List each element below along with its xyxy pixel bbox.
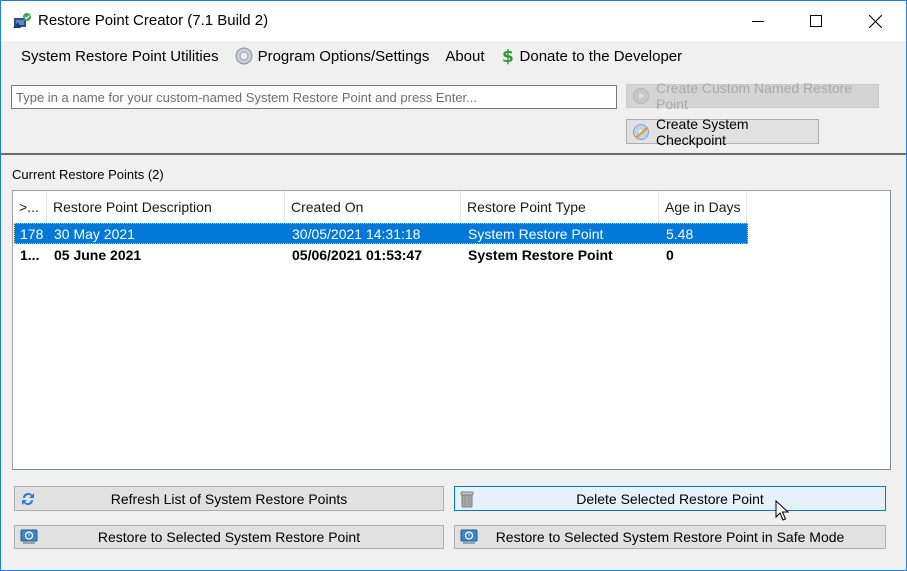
dollar-icon: $ [501, 47, 515, 65]
delete-selected-restore-point-button[interactable]: Delete Selected Restore Point [454, 486, 886, 511]
cell-type: System Restore Point [468, 225, 604, 242]
restore-points-list[interactable]: >... Restore Point Description Created O… [12, 190, 891, 470]
menu-label: Program Options/Settings [257, 47, 430, 65]
window-title: Restore Point Creator (7.1 Build 2) [38, 12, 269, 29]
button-label: Restore to Selected System Restore Point… [495, 529, 845, 545]
menu-system-restore-point-utilities[interactable]: System Restore Point Utilities [13, 43, 227, 69]
cell-age: 5.48 [666, 225, 694, 242]
create-system-checkpoint-button[interactable]: Create System Checkpoint [626, 116, 819, 148]
restore-to-selected-button[interactable]: Restore to Selected System Restore Point [14, 525, 444, 549]
column-header-type[interactable]: Restore Point Type [461, 191, 659, 223]
button-label: Create System Checkpoint [656, 115, 749, 148]
menu-donate[interactable]: $ Donate to the Developer [493, 43, 691, 69]
cell-description: 30 May 2021 [54, 225, 135, 242]
refresh-icon [20, 491, 36, 507]
maximize-button[interactable] [787, 1, 845, 41]
button-label: Delete Selected Restore Point [576, 490, 764, 507]
minimize-button[interactable] [729, 1, 787, 41]
create-custom-named-restore-point-button[interactable]: Create Custom Named Restore Point [626, 80, 879, 112]
cell-created-on: 30/05/2021 14:31:18 [292, 225, 421, 242]
current-restore-points-label: Current Restore Points (2) [12, 167, 164, 182]
list-header: >... Restore Point Description Created O… [13, 191, 747, 223]
gear-icon [235, 47, 253, 65]
table-row[interactable]: 1... 05 June 2021 05/06/2021 01:53:47 Sy… [14, 244, 748, 265]
close-button[interactable] [846, 1, 904, 41]
cell-id: 178 [20, 225, 44, 242]
disc-pencil-icon [632, 123, 650, 141]
menu-label: About [445, 47, 485, 65]
title-bar: Restore Point Creator (7.1 Build 2) [1, 1, 906, 41]
menu-bar: System Restore Point Utilities Program O… [1, 41, 906, 71]
refresh-list-button[interactable]: Refresh List of System Restore Points [14, 486, 444, 511]
cell-description: 05 June 2021 [54, 246, 142, 263]
app-window: Restore Point Creator (7.1 Build 2) Syst… [0, 0, 907, 571]
column-header-id[interactable]: >... [13, 191, 47, 223]
table-row[interactable]: 178 30 May 2021 30/05/2021 14:31:18 Syst… [14, 223, 748, 244]
restore-safe-mode-button[interactable]: Restore to Selected System Restore Point… [454, 525, 886, 549]
menu-label: System Restore Point Utilities [21, 47, 219, 65]
column-header-description[interactable]: Restore Point Description [47, 191, 285, 223]
menu-label: Donate to the Developer [519, 47, 683, 65]
mouse-cursor-icon [775, 499, 790, 525]
button-label: Create Custom Named Restore Point [656, 80, 853, 112]
restore-point-name-input[interactable] [11, 85, 617, 109]
svg-text:$: $ [502, 47, 514, 65]
restore-icon [460, 529, 478, 545]
cell-age: 0 [666, 246, 674, 263]
disc-icon [632, 87, 650, 105]
maximize-icon [810, 15, 822, 27]
restore-icon [20, 529, 38, 545]
column-header-created-on[interactable]: Created On [285, 191, 461, 223]
button-label: Refresh List of System Restore Points [110, 490, 348, 507]
menu-about[interactable]: About [437, 43, 492, 69]
close-icon [868, 14, 882, 28]
restore-point-creator-icon [12, 12, 32, 30]
menu-program-options[interactable]: Program Options/Settings [227, 43, 438, 69]
button-label: Restore to Selected System Restore Point [97, 529, 361, 545]
trash-icon [460, 490, 474, 508]
minimize-icon [752, 21, 764, 22]
column-header-age[interactable]: Age in Days [659, 191, 747, 223]
cell-type: System Restore Point [468, 246, 613, 263]
cell-created-on: 05/06/2021 01:53:47 [292, 246, 422, 263]
cell-id: 1... [20, 246, 40, 263]
